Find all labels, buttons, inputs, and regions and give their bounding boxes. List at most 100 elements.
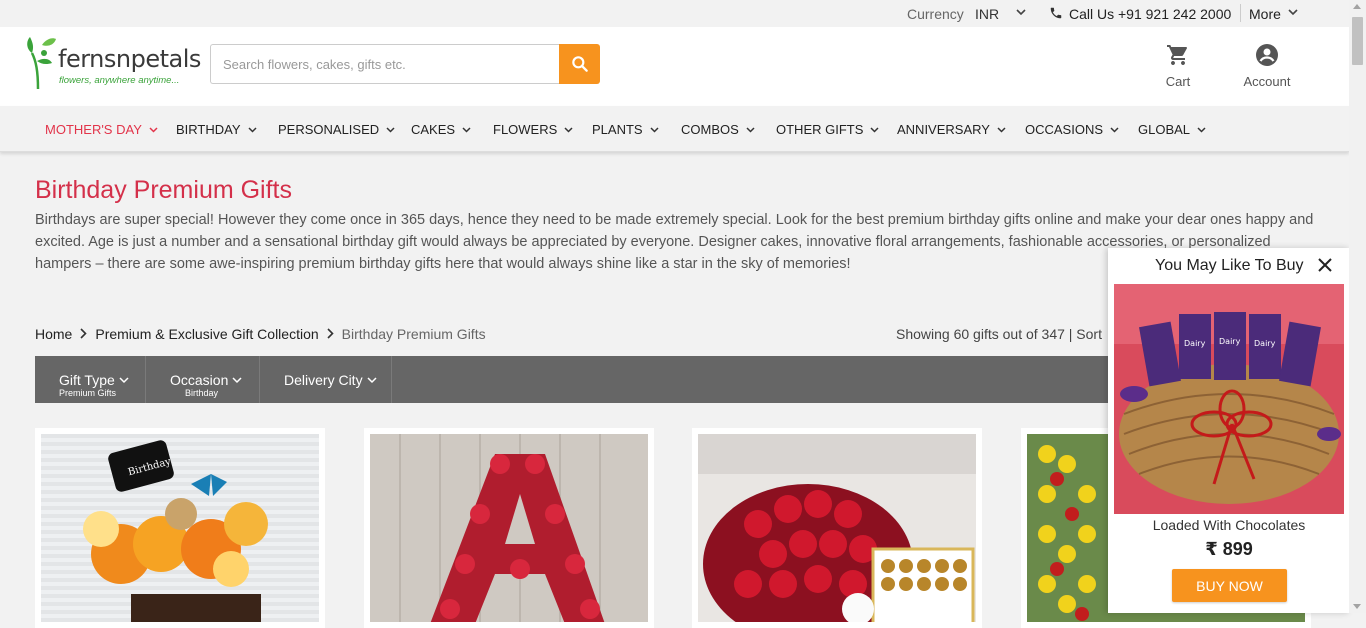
filter-bar: Gift Type Premium Gifts Occasion Birthda… [35,356,1115,403]
breadcrumb-home[interactable]: Home [35,326,72,342]
filter-delivery-city[interactable]: Delivery City [260,356,392,403]
nav-item-occasions[interactable]: OCCASIONS [1025,122,1119,137]
svg-text:Dairy: Dairy [1219,337,1241,346]
popup-product-price: ₹ 899 [1205,539,1253,559]
chevron-down-icon [564,126,573,133]
nav-item-birthday[interactable]: BIRTHDAY [176,122,257,137]
nav-item-label: GLOBAL [1138,122,1191,137]
search-button[interactable] [559,44,600,84]
product-image[interactable] [370,434,648,622]
nav-item-label: COMBOS [681,122,739,137]
logo-brand-text: fernsnpetals [58,45,201,73]
chevron-down-icon [997,126,1006,133]
divider [1240,4,1241,22]
breadcrumb-collection[interactable]: Premium & Exclusive Gift Collection [95,326,318,342]
results-count: Showing 60 gifts out of 347 | Sort [896,326,1102,342]
nav-item-label: BIRTHDAY [176,122,241,137]
product-card[interactable] [364,428,654,628]
breadcrumb-current: Birthday Premium Gifts [341,326,486,342]
nav-item-plants[interactable]: PLANTS [592,122,659,137]
filter-title: Gift Type [59,372,115,388]
cart-icon [1167,45,1187,65]
page-title: Birthday Premium Gifts [35,176,293,204]
chevron-down-icon [746,126,755,133]
search-icon [571,56,588,72]
page-scrollbar[interactable] [1349,0,1366,613]
call-us-link[interactable]: Call Us +91 921 242 2000 [1069,6,1231,22]
chevron-down-icon[interactable] [1014,5,1028,22]
chevron-down-icon [367,376,377,383]
cart-label: Cart [1165,74,1191,89]
product-image[interactable]: Birthday [41,434,319,622]
popup-product-name: Loaded With Chocolates [1152,517,1306,533]
nav-item-label: ANNIVERSARY [897,122,990,137]
filter-title: Delivery City [284,372,363,388]
filter-title: Occasion [170,372,229,388]
cart-button[interactable]: Cart [1158,43,1198,89]
nav-item-label: PERSONALISED [278,122,380,137]
search-bar [210,44,600,84]
scroll-down-icon[interactable] [1353,604,1361,609]
popup-product-image[interactable]: Dairy Dairy Dairy [1114,284,1344,514]
buy-now-button[interactable]: BUY NOW [1172,569,1287,602]
nav-item-combos[interactable]: COMBOS [681,122,755,137]
top-utility-bar: Currency INR Call Us +91 921 242 2000 Mo… [0,0,1349,27]
product-image[interactable] [698,434,976,622]
logo-tagline: flowers, anywhere anytime... [59,75,180,86]
logo[interactable]: fernsnpetals flowers, anywhere anytime..… [24,31,201,91]
chevron-down-icon [149,126,158,133]
nav-item-label: FLOWERS [493,122,558,137]
filter-title-wrap: Delivery City [284,372,377,388]
chevron-right-icon [80,326,87,342]
nav-item-label: PLANTS [592,122,643,137]
nav-item-flowers[interactable]: FLOWERS [493,122,573,137]
recommendation-popup: You May Like To Buy Dairy Dairy Dairy Load… [1108,248,1350,613]
nav-item-label: OCCASIONS [1025,122,1104,137]
filter-subtitle: Birthday [185,388,219,398]
nav-item-anniversary[interactable]: ANNIVERSARY [897,122,1006,137]
chevron-down-icon [232,376,242,383]
scroll-up-icon[interactable] [1353,4,1361,9]
filter-gift-type[interactable]: Gift Type Premium Gifts [35,356,146,403]
chevron-down-icon [650,126,659,133]
scrollbar-thumb[interactable] [1352,17,1363,65]
nav-item-global[interactable]: GLOBAL [1138,122,1206,137]
more-menu[interactable]: More [1249,6,1281,22]
svg-text:Dairy: Dairy [1184,339,1206,348]
product-card[interactable] [692,428,982,628]
phone-icon [1049,6,1063,23]
nav-item-label: CAKES [411,122,456,137]
breadcrumb: Home Premium & Exclusive Gift Collection… [35,326,486,342]
currency-select[interactable]: INR [975,6,999,22]
account-icon [1256,44,1278,66]
nav-item-label: OTHER GIFTS [776,122,864,137]
filter-title-wrap: Occasion [170,372,242,388]
chevron-down-icon [1110,126,1119,133]
filter-title-wrap: Gift Type [59,372,129,388]
main-nav: MOTHER'S DAY BIRTHDAY PERSONALISED CAKES… [0,106,1349,152]
account-button[interactable]: Account [1236,43,1298,89]
filter-occasion[interactable]: Occasion Birthday [146,356,260,403]
close-icon[interactable] [1317,257,1333,278]
svg-text:Dairy: Dairy [1254,339,1276,348]
chevron-down-icon[interactable] [1286,5,1300,22]
chevron-down-icon [1197,126,1206,133]
nav-item-cakes[interactable]: CAKES [411,122,471,137]
chevron-down-icon [119,376,129,383]
filter-subtitle: Premium Gifts [59,388,117,398]
currency-label: Currency [907,6,964,22]
product-card[interactable]: Birthday [35,428,325,628]
chevron-right-icon [327,326,334,342]
popup-title: You May Like To Buy [1155,257,1304,274]
site-header: fernsnpetals flowers, anywhere anytime..… [0,27,1349,106]
nav-item-other-gifts[interactable]: OTHER GIFTS [776,122,879,137]
nav-item-mothers-day[interactable]: MOTHER'S DAY [45,122,158,137]
chevron-down-icon [248,126,257,133]
chevron-down-icon [462,126,471,133]
nav-item-personalised[interactable]: PERSONALISED [278,122,395,137]
account-label: Account [1243,74,1291,89]
chevron-down-icon [386,126,395,133]
logo-leaf-icon [27,37,56,90]
main-content: Birthday Premium Gifts Birthdays are sup… [0,152,1350,628]
search-input[interactable] [210,44,560,84]
